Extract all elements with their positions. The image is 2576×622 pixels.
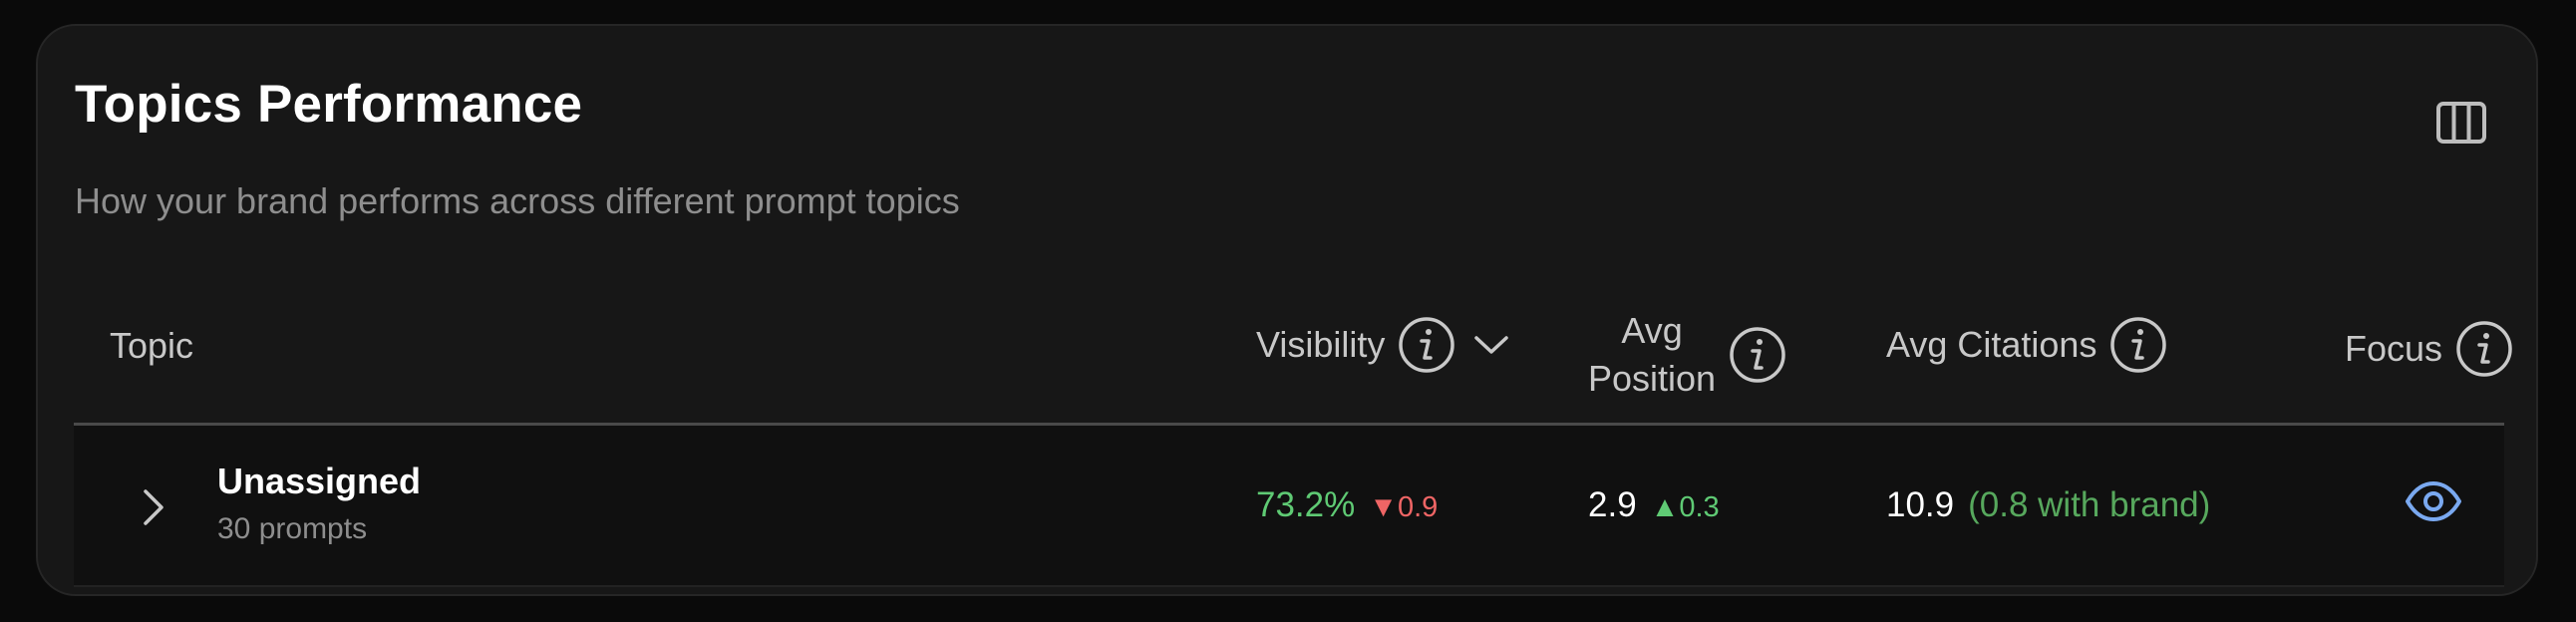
eye-icon	[2406, 481, 2461, 521]
header-visibility-label: Visibility	[1256, 324, 1386, 365]
expand-row-button[interactable]	[124, 477, 183, 537]
avg-citations-cell: 10.9 (0.8 with brand)	[1886, 485, 2210, 525]
citations-with-brand: (0.8 with brand)	[1968, 485, 2211, 524]
header-topic[interactable]: Topic	[110, 325, 193, 367]
header-topic-label: Topic	[110, 325, 194, 366]
table-header: Topic Visibility Avg Position Avg Citati…	[74, 271, 2512, 425]
card-subtitle: How your brand performs across different…	[75, 180, 960, 221]
columns-icon	[2436, 102, 2486, 144]
avg-citations-info-icon[interactable]	[2108, 315, 2168, 375]
focus-info-icon[interactable]	[2454, 319, 2514, 379]
header-avg-position-line1: Avg	[1621, 310, 1683, 351]
avg-position-info-icon[interactable]	[1728, 325, 1787, 385]
avg-position-cell: 2.9 ▲0.3	[1588, 485, 1720, 525]
topics-performance-card: Topics Performance How your brand perfor…	[36, 24, 2538, 596]
avg-position-delta: ▲0.3	[1650, 491, 1720, 523]
header-focus-label: Focus	[2345, 328, 2443, 369]
table-row[interactable]: Unassigned 30 prompts 73.2% ▼0.9 2.9 ▲0.…	[74, 426, 2504, 585]
chevron-right-icon	[144, 489, 163, 525]
topic-name: Unassigned	[217, 461, 422, 501]
header-avg-citations[interactable]: Avg Citations	[1886, 315, 2168, 375]
header-visibility[interactable]: Visibility	[1256, 315, 1510, 375]
header-focus[interactable]: Focus	[2345, 319, 2514, 379]
card-title: Topics Performance	[75, 75, 583, 134]
focus-toggle-button[interactable]	[2403, 477, 2464, 525]
visibility-info-icon[interactable]	[1397, 315, 1456, 375]
row-divider	[74, 585, 2504, 587]
header-avg-position[interactable]: Avg Position	[1588, 307, 1787, 403]
header-avg-position-line2: Position	[1588, 358, 1717, 399]
header-avg-citations-label: Avg Citations	[1886, 324, 2097, 365]
sort-chevron-down-icon[interactable]	[1472, 333, 1510, 357]
columns-toggle-button[interactable]	[2426, 88, 2496, 157]
avg-position-value: 2.9	[1588, 485, 1637, 524]
topic-prompt-count: 30 prompts	[217, 512, 368, 545]
visibility-value: 73.2%	[1256, 485, 1356, 524]
visibility-cell: 73.2% ▼0.9	[1256, 485, 1438, 525]
visibility-delta: ▼0.9	[1369, 491, 1439, 523]
avg-citations-value: 10.9	[1886, 485, 1955, 524]
